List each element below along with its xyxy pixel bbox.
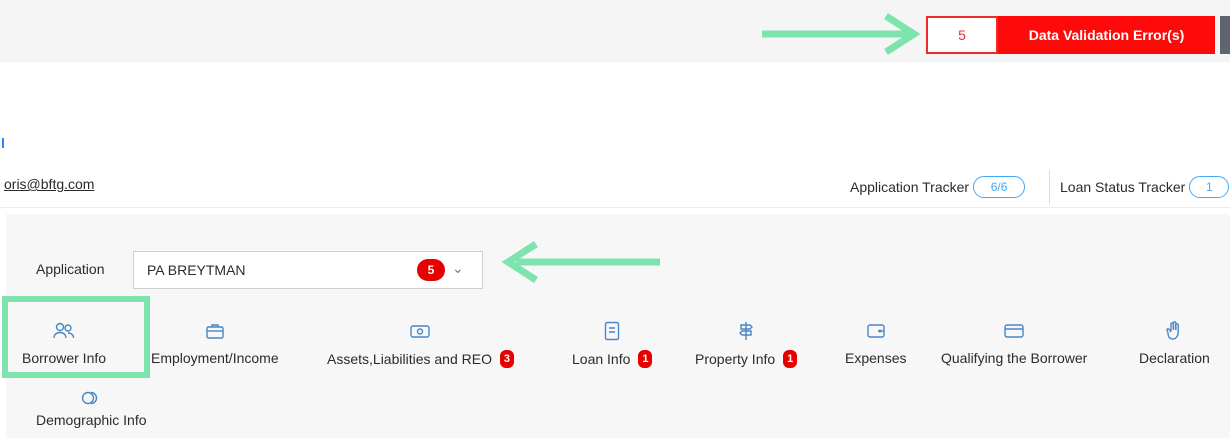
cash-icon	[410, 320, 431, 342]
tab-demographic-info[interactable]: Demographic Info	[36, 386, 147, 428]
loan-status-tracker-count: 1	[1189, 176, 1230, 198]
document-icon	[604, 320, 620, 342]
tab-label: Assets,Liabilities and REO	[327, 351, 492, 367]
tab-employment-income[interactable]: Employment/Income	[151, 320, 279, 366]
credit-card-icon	[1004, 320, 1024, 342]
error-button-edge	[1220, 16, 1230, 54]
tab-label: Qualifying the Borrower	[941, 350, 1088, 366]
chevron-down-icon: ⌄	[452, 260, 464, 276]
annotation-arrow-right	[762, 13, 921, 55]
error-count-badge[interactable]: 5	[926, 16, 998, 54]
annotation-arrow-left	[501, 241, 660, 283]
tab-label-with-badge: Assets,Liabilities and REO 3	[327, 350, 514, 368]
tab-label: Demographic Info	[36, 412, 147, 428]
coins-icon	[81, 386, 101, 408]
tab-label-with-badge: Property Info 1	[695, 350, 798, 368]
tab-label: Loan Info	[572, 351, 631, 367]
tab-error-badge: 3	[499, 350, 514, 368]
loan-status-tracker-label: Loan Status Tracker	[1060, 179, 1186, 195]
tab-expenses[interactable]: Expenses	[845, 320, 906, 366]
tab-declaration[interactable]: Declaration	[1139, 320, 1210, 366]
signpost-icon	[738, 320, 754, 342]
tab-assets-liabilities-reo[interactable]: Assets,Liabilities and REO 3	[327, 320, 514, 368]
application-error-badge: 5	[417, 259, 445, 281]
user-email-link[interactable]: oris@bftg.com	[4, 176, 94, 192]
briefcase-icon	[206, 320, 224, 342]
application-tracker[interactable]: Application Tracker 6/6	[850, 176, 1026, 198]
tab-qualifying-borrower[interactable]: Qualifying the Borrower	[941, 320, 1087, 366]
tab-label: Expenses	[845, 350, 907, 366]
application-tracker-count: 6/6	[973, 176, 1026, 198]
tab-error-badge: 1	[638, 350, 653, 368]
tab-loan-info[interactable]: Loan Info 1	[572, 320, 653, 368]
blue-marker	[2, 138, 4, 148]
application-label: Application	[36, 261, 105, 277]
tab-label: Property Info	[695, 351, 776, 367]
application-tracker-label: Application Tracker	[850, 179, 970, 195]
application-select-value: PA BREYTMAN	[147, 262, 246, 278]
data-validation-error-button[interactable]: Data Validation Error(s)	[998, 16, 1215, 54]
tab-error-badge: 1	[783, 350, 798, 368]
loan-status-tracker[interactable]: Loan Status Tracker 1	[1060, 176, 1230, 198]
tab-label: Employment/Income	[151, 350, 279, 366]
tab-property-info[interactable]: Property Info 1	[695, 320, 798, 368]
application-select[interactable]: PA BREYTMAN 5 ⌄	[133, 251, 483, 289]
tracker-divider	[1049, 170, 1050, 204]
tab-label-with-badge: Loan Info 1	[572, 350, 653, 368]
tab-label: Declaration	[1139, 350, 1210, 366]
header-divider	[0, 207, 1230, 208]
wallet-icon	[867, 320, 885, 342]
hand-icon	[1166, 320, 1182, 342]
annotation-highlight-box	[2, 296, 150, 378]
